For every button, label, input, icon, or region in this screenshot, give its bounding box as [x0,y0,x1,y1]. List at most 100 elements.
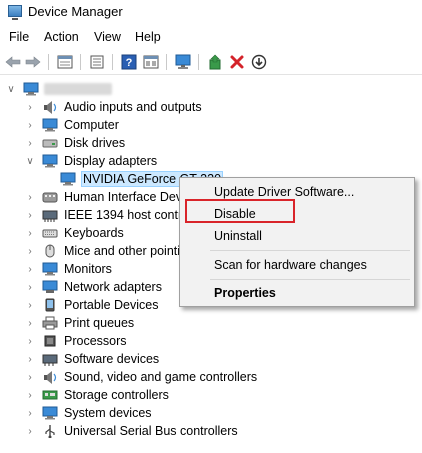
title-bar: Device Manager [0,0,422,24]
chevron-right-icon[interactable]: › [25,210,35,221]
menu-file[interactable]: File [8,30,30,44]
tree-item-ieee-1394[interactable]: › IEEE 1394 host control [25,206,193,224]
toolbar-separator [198,54,199,70]
toolbar-separator [112,54,113,70]
disable-highlight-box [185,199,295,223]
root-computer-name-blurred [44,83,112,95]
tree-item-monitors[interactable]: › Monitors [25,260,113,278]
context-menu-scan[interactable]: Scan for hardware changes [214,258,367,272]
processor-icon [44,335,56,347]
software-device-icon [42,354,58,366]
properties-icon[interactable] [56,53,74,71]
menu-help[interactable]: Help [134,30,162,44]
tree-item-label: Keyboards [64,226,124,240]
back-arrow-icon[interactable] [4,53,22,71]
chevron-down-icon[interactable]: ∨ [6,84,16,95]
display-adapter-icon [42,154,58,168]
tree-item-network-adapters[interactable]: › Network adapters [25,278,163,296]
tree-item-label: Processors [64,334,127,348]
chevron-right-icon[interactable]: › [25,390,35,401]
chevron-right-icon[interactable]: › [25,318,35,329]
tree-item-mice[interactable]: › Mice and other pointi [25,242,181,260]
monitor-icon [42,262,58,276]
usb-icon [45,425,55,438]
chevron-right-icon[interactable]: › [25,138,35,149]
tree-item-audio[interactable]: › Audio inputs and outputs [25,98,203,116]
tree-item-hid[interactable]: › Human Interface Devi [25,188,186,206]
tree-item-label: Storage controllers [64,388,169,402]
svg-text:?: ? [126,57,133,69]
context-menu-properties[interactable]: Properties [214,286,276,300]
hid-icon [42,192,58,203]
chevron-right-icon[interactable]: › [25,408,35,419]
tree-item-label: Print queues [64,316,135,330]
tree-item-label: Sound, video and game controllers [64,370,258,384]
show-hide-console-icon[interactable] [88,53,106,71]
chevron-right-icon[interactable]: › [25,300,35,311]
context-menu: Update Driver Software... Disable Uninst… [179,177,415,307]
tree-root-computer[interactable]: ∨ [6,80,112,98]
help-icon[interactable]: ? [120,53,138,71]
menu-bar: File Action View Help [0,28,422,46]
tree-item-computer[interactable]: › Computer [25,116,120,134]
speaker-icon [44,101,57,114]
tree-item-label: Human Interface Devi [64,190,185,204]
chevron-right-icon[interactable]: › [25,354,35,365]
menu-view[interactable]: View [93,30,122,44]
tree-item-label: IEEE 1394 host control [64,208,192,222]
update-driver-icon[interactable] [206,53,224,71]
context-menu-update-driver[interactable]: Update Driver Software... [214,185,354,199]
printer-icon [42,316,58,330]
tree-item-label: Network adapters [64,280,162,294]
menu-action[interactable]: Action [43,30,80,44]
window-title: Device Manager [28,4,123,19]
download-icon[interactable] [250,53,268,71]
chevron-right-icon[interactable]: › [25,282,35,293]
tree-item-disk-drives[interactable]: › Disk drives [25,134,126,152]
tree-item-label: Portable Devices [64,298,159,312]
toolbar-separator [48,54,49,70]
toolbar: ? [0,50,422,75]
tree-item-processors[interactable]: › Processors [25,332,128,350]
network-adapter-icon [42,280,58,293]
disk-drive-icon [42,139,58,148]
keyboard-icon [42,229,58,238]
tree-item-display-adapters[interactable]: ∨ Display adapters [25,152,158,170]
chevron-right-icon[interactable]: › [25,264,35,275]
tree-item-label: Disk drives [64,136,126,150]
tree-item-system-devices[interactable]: › System devices [25,404,153,422]
context-menu-separator [210,250,410,251]
chevron-right-icon[interactable]: › [25,228,35,239]
tree-item-label: Mice and other pointi [64,244,181,258]
tree-item-keyboards[interactable]: › Keyboards [25,224,125,242]
tree-item-storage-controllers[interactable]: › Storage controllers [25,386,170,404]
device-manager-app-icon [8,5,22,20]
context-menu-separator [210,279,410,280]
tree-item-software-devices[interactable]: › Software devices [25,350,160,368]
chevron-right-icon[interactable]: › [25,102,35,113]
chevron-right-icon[interactable]: › [25,120,35,131]
toolbar-separator [80,54,81,70]
chevron-right-icon[interactable]: › [25,336,35,347]
forward-arrow-icon[interactable] [24,53,42,71]
tree-item-sound-video-game[interactable]: › Sound, video and game controllers [25,368,258,386]
chevron-down-icon[interactable]: ∨ [25,156,35,167]
ieee-controller-icon [42,210,58,222]
computer-icon [23,82,39,96]
tree-item-usb-controllers[interactable]: › Universal Serial Bus controllers [25,422,239,440]
tree-item-label: Universal Serial Bus controllers [64,424,238,438]
tree-item-print-queues[interactable]: › Print queues [25,314,135,332]
tree-item-label: Display adapters [64,154,158,168]
action-pane-icon[interactable] [142,53,160,71]
chevron-right-icon[interactable]: › [25,192,35,203]
tree-item-label: Audio inputs and outputs [64,100,202,114]
monitor-scan-icon[interactable] [174,53,192,71]
chevron-right-icon[interactable]: › [25,372,35,383]
uninstall-icon[interactable] [228,53,246,71]
tree-item-portable-devices[interactable]: › Portable Devices [25,296,160,314]
chevron-right-icon[interactable]: › [25,246,35,257]
portable-device-icon [45,298,55,312]
storage-controller-icon [42,390,58,400]
context-menu-uninstall[interactable]: Uninstall [214,229,262,243]
chevron-right-icon[interactable]: › [25,426,35,437]
